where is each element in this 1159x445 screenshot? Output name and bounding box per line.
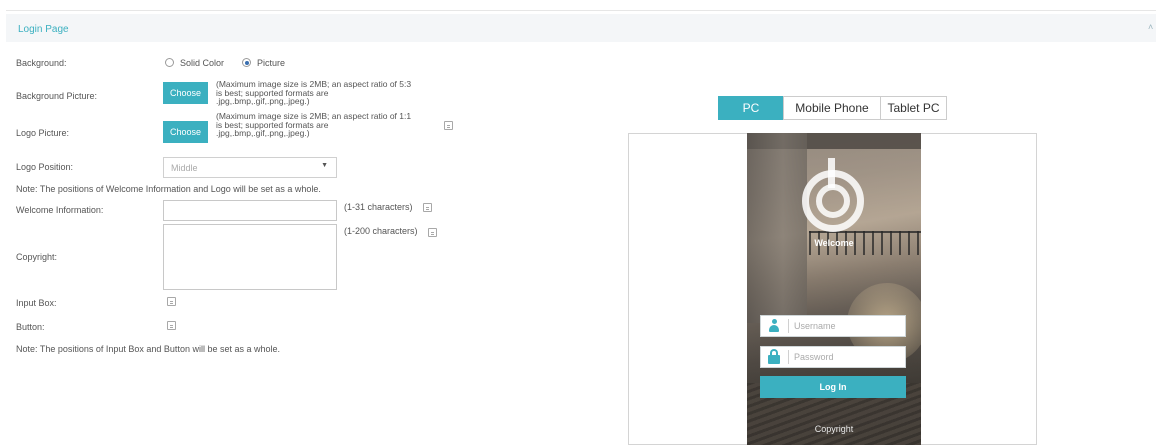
welcome-information-range: (1-31 characters) [344,202,413,212]
copyright-range: (1-200 characters) [344,226,418,236]
background-picture-hint: (Maximum image size is 2MB; an aspect ra… [216,80,448,106]
choose-logo-button[interactable]: Choose [163,121,208,143]
image-glass-wall [747,133,807,323]
copyright-info-icon[interactable] [428,228,437,237]
button-style-icon[interactable] [167,321,176,330]
preview-username-field[interactable]: Username [760,315,906,337]
logo-picture-hint: (Maximum image size is 2MB; an aspect ra… [216,112,448,138]
field-separator [788,319,789,333]
lock-case [768,355,780,364]
radio-solid-color[interactable] [165,58,174,67]
button-label: Button: [16,322,45,332]
user-glyph-body [769,325,779,332]
preview-copyright: Copyright [814,424,854,434]
tab-pc[interactable]: PC [718,96,784,120]
username-placeholder: Username [794,321,836,331]
preview-login-button[interactable]: Log In [760,376,906,398]
note-welcome-logo: Note: The positions of Welcome Informati… [16,184,321,194]
section-header[interactable] [6,14,1156,42]
logo-icon-bar [828,158,835,188]
welcome-information-input[interactable] [163,200,337,221]
input-box-label: Input Box: [16,298,57,308]
user-glyph-head [771,319,777,324]
logo-picture-info-icon[interactable] [444,121,453,130]
chevron-down-icon: ▼ [321,162,328,169]
radio-picture-label: Picture [257,58,286,68]
collapse-icon[interactable]: ˄ [1148,22,1158,32]
tab-mobile-phone[interactable]: Mobile Phone [783,96,881,120]
section-title: Login Page [18,24,69,35]
lock-glyph [768,349,780,364]
hint-line: .jpg,.bmp,.gif,.png,.jpeg.) [216,128,310,138]
background-label: Background: [16,58,67,68]
login-page-settings: Login Page ˄ Background: Solid Color Pic… [0,0,1159,445]
note-input-button: Note: The positions of Input Box and But… [16,344,280,354]
radio-solid-color-label: Solid Color [180,58,225,68]
hint-line: .jpg,.bmp,.gif,.png,.jpeg.) [216,96,310,106]
background-picture-label: Background Picture: [16,91,98,101]
copyright-textarea[interactable] [163,224,337,290]
preview-password-field[interactable]: Password [760,346,906,368]
password-placeholder: Password [794,352,834,362]
welcome-information-label: Welcome Information: [16,205,104,215]
copyright-label: Copyright: [16,252,58,262]
top-divider [6,10,1156,11]
welcome-information-info-icon[interactable] [423,203,432,212]
logo-picture-label: Logo Picture: [16,128,70,138]
preview-welcome: Welcome [814,238,854,248]
tab-tablet-pc[interactable]: Tablet PC [880,96,947,120]
input-box-style-icon[interactable] [167,297,176,306]
field-separator [788,350,789,364]
logo-position-label: Logo Position: [16,162,74,172]
user-icon [761,316,787,336]
logo-position-value: Middle [171,163,198,173]
radio-picture[interactable] [242,58,251,67]
choose-background-button[interactable]: Choose [163,82,208,104]
user-glyph [769,319,779,333]
logo-icon-inner [816,184,850,218]
lock-icon [761,347,787,367]
logo-position-select[interactable]: Middle ▼ [163,157,337,178]
